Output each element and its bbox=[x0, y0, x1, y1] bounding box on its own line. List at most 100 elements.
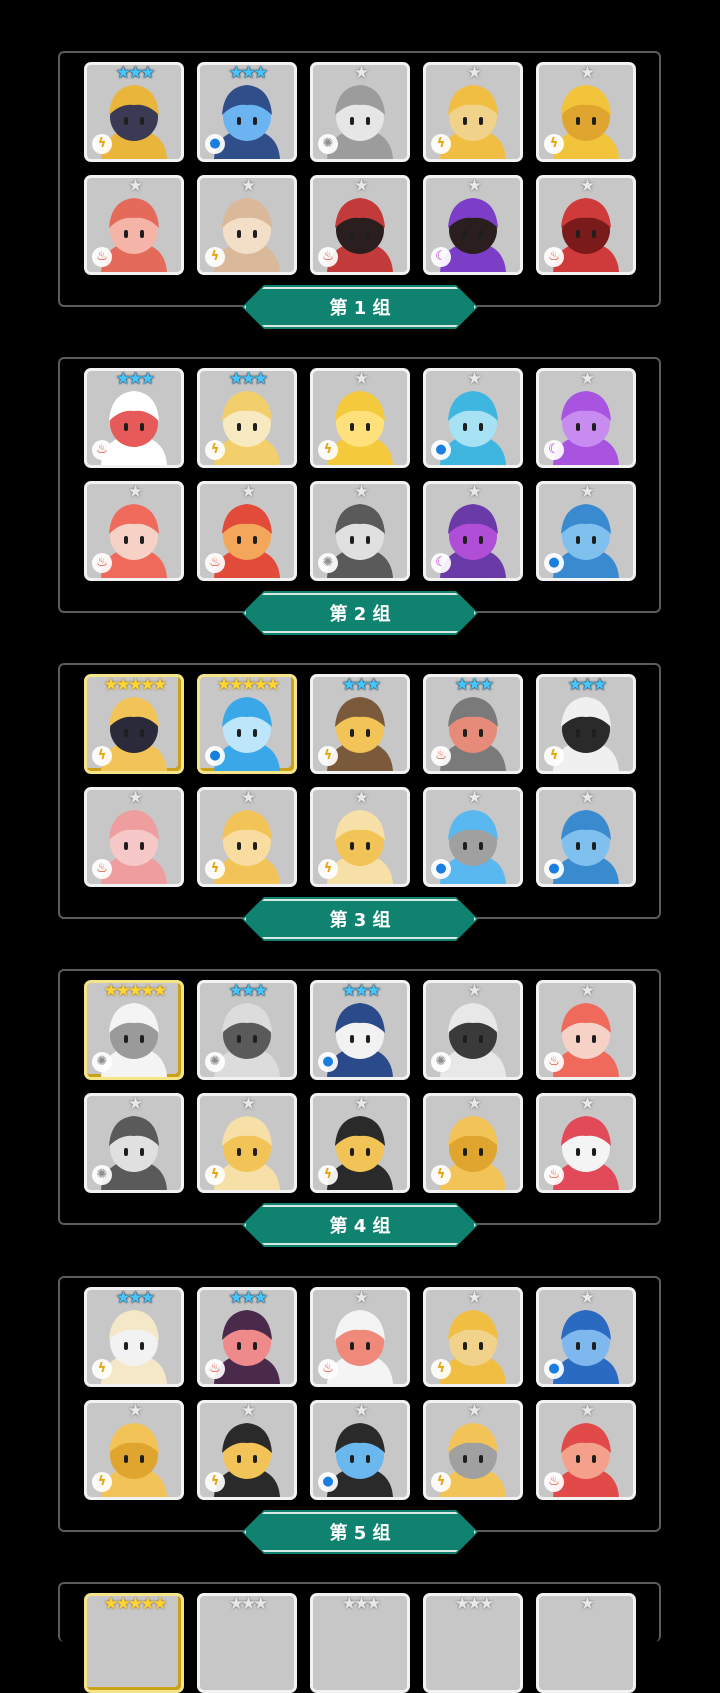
lightning-icon: ϟ bbox=[92, 1359, 112, 1379]
hero-card[interactable]: ★★★ ♨ bbox=[197, 1287, 297, 1387]
hero-card[interactable]: ★ ● bbox=[423, 368, 523, 468]
fire-icon: ♨ bbox=[92, 247, 112, 267]
hero-card[interactable]: ★★★★★ ✺ bbox=[84, 980, 184, 1080]
star-rating-icon: ★ bbox=[466, 63, 482, 83]
hero-card[interactable]: ★ ϟ bbox=[423, 62, 523, 162]
star-rating-icon: ★ bbox=[466, 788, 482, 808]
lightning-icon: ϟ bbox=[205, 440, 225, 460]
team-group-panel: ★★★ ♨ ★★★ ϟ ★ ϟ ★ ● ★ ☾ ★ ♨ ★ ♨ ★ ✺ ★ ☾ ★ ● 第 2 组 bbox=[58, 357, 661, 635]
star-rating-icon: ★ bbox=[353, 63, 369, 83]
fire-icon: ♨ bbox=[544, 1165, 564, 1185]
hero-card[interactable]: ★ ♨ bbox=[310, 175, 410, 275]
star-rating-icon: ★ bbox=[353, 176, 369, 196]
fire-icon: ♨ bbox=[92, 440, 112, 460]
hero-card[interactable]: ★ ϟ bbox=[310, 787, 410, 887]
star-rating-icon: ★ bbox=[466, 1094, 482, 1114]
hero-card[interactable]: ★ ☾ bbox=[536, 368, 636, 468]
star-rating-icon: ★ bbox=[240, 482, 256, 502]
hero-card[interactable]: ★ ● bbox=[423, 787, 523, 887]
fire-icon: ♨ bbox=[92, 859, 112, 879]
hero-card[interactable]: ★ ☾ bbox=[423, 175, 523, 275]
lightning-icon: ϟ bbox=[431, 134, 451, 154]
hero-card[interactable]: ★ ♨ bbox=[310, 1287, 410, 1387]
hero-card[interactable]: ★ ϟ bbox=[197, 1400, 297, 1500]
hero-card[interactable]: ★★★★★ ϟ bbox=[84, 674, 184, 774]
hero-card[interactable]: ★ ϟ bbox=[423, 1093, 523, 1193]
water-drop-icon: ● bbox=[544, 553, 564, 573]
hero-card[interactable]: ★ ✺ bbox=[423, 980, 523, 1080]
hero-card[interactable]: ★ ● bbox=[536, 481, 636, 581]
hero-card[interactable]: ★★★★★ ● bbox=[197, 674, 297, 774]
hero-card[interactable]: ★ ♨ bbox=[536, 980, 636, 1080]
light-gear-icon: ✺ bbox=[205, 1052, 225, 1072]
light-gear-icon: ✺ bbox=[92, 1052, 112, 1072]
team-group-panel: ★★★★★ ϟ ★★★★★ ● ★★★ ϟ ★★★ ♨ ★★★ ϟ ★ ♨ ★ ϟ ★ ϟ ★ ● ★ ● 第 3 组 bbox=[58, 663, 661, 941]
hero-card[interactable]: ★★★ ϟ bbox=[84, 1287, 184, 1387]
group-label-banner: 第 1 组 bbox=[242, 285, 478, 329]
star-rating-icon: ★ bbox=[240, 1401, 256, 1421]
hero-card[interactable]: ★★★ ϟ bbox=[310, 674, 410, 774]
hero-card[interactable]: ★ ϟ bbox=[536, 62, 636, 162]
hero-card[interactable]: ★ ● bbox=[536, 1287, 636, 1387]
water-drop-icon: ● bbox=[431, 440, 451, 460]
hero-card[interactable]: ★ ♨ bbox=[197, 481, 297, 581]
hero-card[interactable]: ★ ✺ bbox=[84, 1093, 184, 1193]
star-rating-icon: ★ bbox=[353, 788, 369, 808]
star-rating-icon: ★ bbox=[579, 482, 595, 502]
lightning-icon: ϟ bbox=[205, 1472, 225, 1492]
hero-card[interactable]: ★★★★★ bbox=[84, 1593, 184, 1693]
hero-card[interactable]: ★★★ ϟ bbox=[197, 368, 297, 468]
dark-moon-icon: ☾ bbox=[431, 247, 451, 267]
lightning-icon: ϟ bbox=[431, 1359, 451, 1379]
hero-card[interactable]: ★★★ ϟ bbox=[536, 674, 636, 774]
dark-moon-icon: ☾ bbox=[431, 553, 451, 573]
star-rating-icon: ★ bbox=[579, 63, 595, 83]
fire-icon: ♨ bbox=[92, 553, 112, 573]
hero-card[interactable]: ★ ϟ bbox=[310, 368, 410, 468]
hero-card[interactable]: ★ ☾ bbox=[423, 481, 523, 581]
hero-card[interactable]: ★ ♨ bbox=[536, 1400, 636, 1500]
water-drop-icon: ● bbox=[544, 859, 564, 879]
lightning-icon: ϟ bbox=[318, 859, 338, 879]
lightning-icon: ϟ bbox=[318, 1165, 338, 1185]
hero-card[interactable]: ★ ϟ bbox=[84, 1400, 184, 1500]
fire-icon: ♨ bbox=[544, 1472, 564, 1492]
hero-card[interactable]: ★ ✺ bbox=[310, 62, 410, 162]
lightning-icon: ϟ bbox=[205, 1165, 225, 1185]
hero-card[interactable]: ★ ϟ bbox=[197, 1093, 297, 1193]
water-drop-icon: ● bbox=[431, 859, 451, 879]
hero-card[interactable]: ★ bbox=[536, 1593, 636, 1693]
star-rating-icon: ★ bbox=[579, 788, 595, 808]
hero-card[interactable]: ★ ♨ bbox=[536, 175, 636, 275]
hero-card[interactable]: ★ ● bbox=[310, 1400, 410, 1500]
water-drop-icon: ● bbox=[544, 1359, 564, 1379]
hero-card[interactable]: ★ ♨ bbox=[536, 1093, 636, 1193]
hero-card[interactable]: ★ ✺ bbox=[310, 481, 410, 581]
hero-card[interactable]: ★ ♨ bbox=[84, 481, 184, 581]
hero-card[interactable]: ★ ϟ bbox=[423, 1400, 523, 1500]
hero-card[interactable]: ★ ♨ bbox=[84, 787, 184, 887]
hero-card[interactable]: ★ ϟ bbox=[310, 1093, 410, 1193]
hero-card[interactable]: ★★★ ✺ bbox=[197, 980, 297, 1080]
hero-card[interactable]: ★★★ ● bbox=[310, 980, 410, 1080]
hero-card[interactable]: ★★★ ♨ bbox=[423, 674, 523, 774]
star-rating-icon: ★★★ bbox=[228, 369, 269, 389]
hero-grid: ★★★★★ ϟ ★★★★★ ● ★★★ ϟ ★★★ ♨ ★★★ ϟ ★ ♨ ★ ϟ ★ ϟ ★ ● ★ ● bbox=[84, 674, 636, 887]
star-rating-icon: ★ bbox=[127, 1094, 143, 1114]
hero-card[interactable]: ★★★ bbox=[423, 1593, 523, 1693]
hero-card[interactable]: ★ ϟ bbox=[423, 1287, 523, 1387]
hero-card[interactable]: ★ ♨ bbox=[84, 175, 184, 275]
star-rating-icon: ★★★ bbox=[115, 1288, 156, 1308]
hero-card[interactable]: ★★★ ♨ bbox=[84, 368, 184, 468]
hero-card[interactable]: ★ ● bbox=[536, 787, 636, 887]
light-gear-icon: ✺ bbox=[92, 1165, 112, 1185]
hero-card[interactable]: ★★★ ϟ bbox=[84, 62, 184, 162]
hero-card[interactable]: ★★★ bbox=[197, 1593, 297, 1693]
star-rating-icon: ★ bbox=[579, 1288, 595, 1308]
lightning-icon: ϟ bbox=[431, 1472, 451, 1492]
dark-moon-icon: ☾ bbox=[544, 440, 564, 460]
hero-card[interactable]: ★ ϟ bbox=[197, 175, 297, 275]
hero-card[interactable]: ★★★ bbox=[310, 1593, 410, 1693]
hero-card[interactable]: ★★★ ● bbox=[197, 62, 297, 162]
hero-card[interactable]: ★ ϟ bbox=[197, 787, 297, 887]
